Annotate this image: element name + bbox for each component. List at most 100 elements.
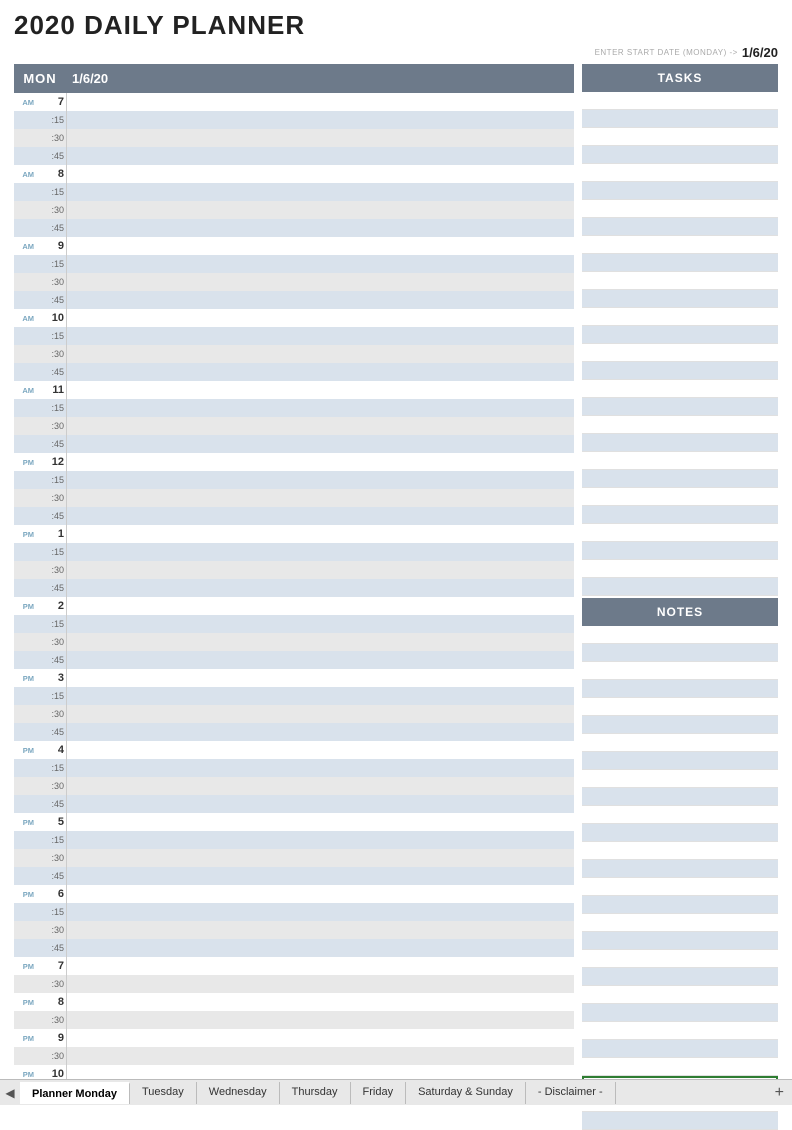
event-cell[interactable] [66,93,574,111]
tab-saturday-&-sunday[interactable]: Saturday & Sunday [406,1082,526,1104]
time-row[interactable]: PM6 [14,885,574,903]
tab-planner-monday[interactable]: Planner Monday [20,1082,130,1104]
time-row[interactable]: :30 [14,921,574,939]
time-row[interactable]: :15 [14,903,574,921]
time-row[interactable]: PM8 [14,993,574,1011]
task-row[interactable] [582,92,778,110]
time-row[interactable]: :30 [14,129,574,147]
time-row[interactable]: :45 [14,363,574,381]
time-row[interactable]: :15 [14,759,574,777]
task-row[interactable] [582,344,778,362]
task-row[interactable] [582,506,778,524]
time-row[interactable]: :30 [14,705,574,723]
tab-friday[interactable]: Friday [351,1082,407,1104]
note-row[interactable] [582,914,778,932]
event-cell[interactable] [66,147,574,165]
event-cell[interactable] [66,993,574,1011]
event-cell[interactable] [66,1047,574,1065]
time-row[interactable]: :45 [14,795,574,813]
tab-thursday[interactable]: Thursday [280,1082,351,1104]
event-cell[interactable] [66,219,574,237]
time-row[interactable]: :30 [14,489,574,507]
note-row[interactable] [582,770,778,788]
task-row[interactable] [582,398,778,416]
task-row[interactable] [582,380,778,398]
event-cell[interactable] [66,867,574,885]
note-row[interactable] [582,968,778,986]
event-cell[interactable] [66,489,574,507]
time-row[interactable]: AM9 [14,237,574,255]
time-row[interactable]: :45 [14,435,574,453]
time-row[interactable]: :15 [14,111,574,129]
task-row[interactable] [582,524,778,542]
event-cell[interactable] [66,903,574,921]
time-row[interactable]: :30 [14,849,574,867]
task-row[interactable] [582,164,778,182]
time-row[interactable]: :30 [14,1011,574,1029]
tab---disclaimer--[interactable]: - Disclaimer - [526,1082,616,1104]
event-cell[interactable] [66,507,574,525]
time-row[interactable]: :45 [14,219,574,237]
event-cell[interactable] [66,849,574,867]
time-row[interactable]: PM4 [14,741,574,759]
event-cell[interactable] [66,291,574,309]
time-row[interactable]: :45 [14,867,574,885]
event-cell[interactable] [66,741,574,759]
tab-tuesday[interactable]: Tuesday [130,1082,197,1104]
time-row[interactable]: :30 [14,777,574,795]
task-row[interactable] [582,362,778,380]
event-cell[interactable] [66,831,574,849]
tab-scroll-left[interactable]: ◀ [0,1086,20,1100]
time-row[interactable]: PM3 [14,669,574,687]
task-row[interactable] [582,434,778,452]
time-row[interactable]: AM8 [14,165,574,183]
event-cell[interactable] [66,579,574,597]
time-row[interactable]: :30 [14,345,574,363]
time-row[interactable]: :30 [14,1047,574,1065]
task-row[interactable] [582,488,778,506]
event-cell[interactable] [66,1029,574,1047]
time-row[interactable]: PM2 [14,597,574,615]
event-cell[interactable] [66,255,574,273]
time-row[interactable]: PM7 [14,957,574,975]
event-cell[interactable] [66,381,574,399]
note-row[interactable] [582,734,778,752]
event-cell[interactable] [66,957,574,975]
event-cell[interactable] [66,525,574,543]
note-row[interactable] [582,950,778,968]
event-cell[interactable] [66,921,574,939]
time-row[interactable]: :15 [14,543,574,561]
time-row[interactable]: :30 [14,633,574,651]
tab-wednesday[interactable]: Wednesday [197,1082,280,1104]
time-row[interactable]: :15 [14,687,574,705]
note-row[interactable] [582,680,778,698]
event-cell[interactable] [66,165,574,183]
time-row[interactable]: :15 [14,471,574,489]
time-row[interactable]: PM5 [14,813,574,831]
note-row[interactable] [582,986,778,1004]
event-cell[interactable] [66,813,574,831]
task-row[interactable] [582,236,778,254]
task-row[interactable] [582,308,778,326]
time-row[interactable]: AM7 [14,93,574,111]
note-row[interactable] [582,1040,778,1058]
time-row[interactable]: :30 [14,975,574,993]
note-row[interactable] [582,752,778,770]
note-row[interactable] [582,788,778,806]
time-row[interactable]: :45 [14,723,574,741]
note-row[interactable] [582,644,778,662]
add-tab-button[interactable]: + [767,1084,792,1102]
note-row[interactable] [582,842,778,860]
event-cell[interactable] [66,543,574,561]
time-row[interactable]: PM9 [14,1029,574,1047]
event-cell[interactable] [66,777,574,795]
time-row[interactable]: :15 [14,327,574,345]
event-cell[interactable] [66,183,574,201]
task-row[interactable] [582,254,778,272]
time-row[interactable]: :45 [14,147,574,165]
task-row[interactable] [582,272,778,290]
event-cell[interactable] [66,399,574,417]
note-row[interactable] [582,1004,778,1022]
event-cell[interactable] [66,669,574,687]
event-cell[interactable] [66,471,574,489]
